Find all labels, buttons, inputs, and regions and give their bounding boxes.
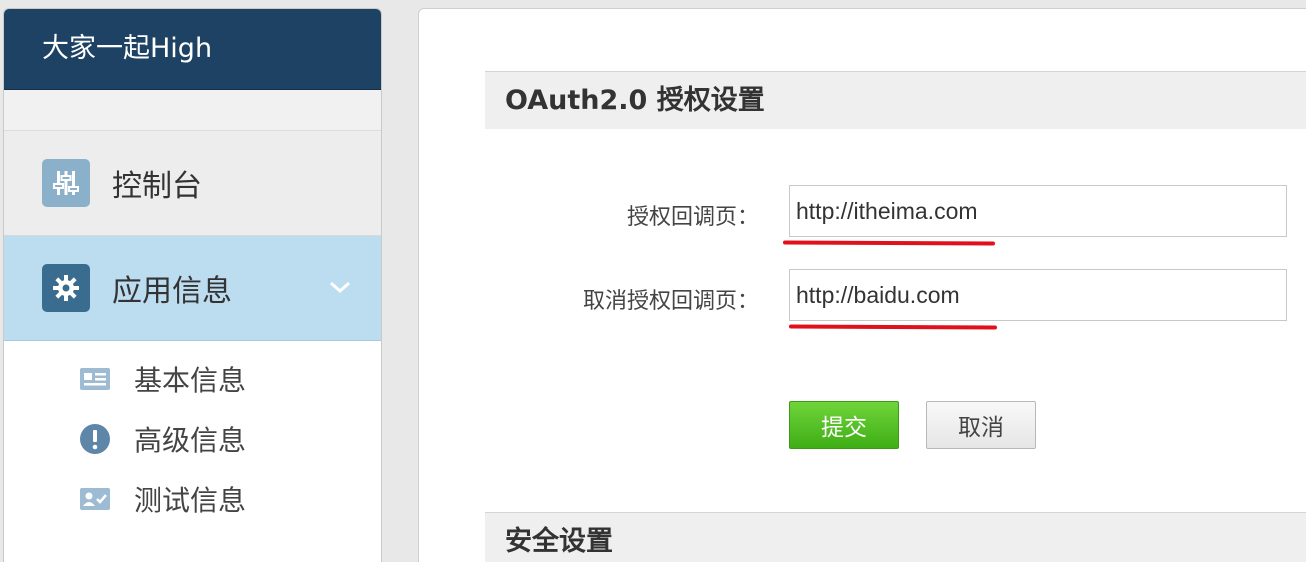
main-panel: OAuth2.0 授权设置 授权回调页： 取消授权回调页： 提交 取消 安全设置 bbox=[418, 8, 1306, 562]
app-title[interactable]: 大家一起High bbox=[4, 9, 381, 90]
cancel-callback-url-input[interactable] bbox=[789, 269, 1287, 321]
annotation-underline bbox=[782, 240, 996, 246]
section-title-security: 安全设置 bbox=[485, 512, 1306, 562]
sidebar: 大家一起High 控制台 应用信息 基本信息 高级信息 测试信息 bbox=[3, 8, 382, 562]
sliders-icon bbox=[42, 159, 90, 207]
sidebar-subitem-advanced-info[interactable]: 高级信息 bbox=[4, 409, 381, 469]
app-window: 大家一起High 控制台 应用信息 基本信息 高级信息 测试信息 OAuth2.… bbox=[0, 0, 1306, 562]
user-check-icon bbox=[78, 484, 112, 514]
section-title-oauth: OAuth2.0 授权设置 bbox=[485, 71, 1306, 129]
sidebar-item-app-info[interactable]: 应用信息 bbox=[4, 236, 381, 341]
exclamation-icon bbox=[78, 424, 112, 454]
sidebar-subitem-test-info[interactable]: 测试信息 bbox=[4, 469, 381, 529]
submit-button[interactable]: 提交 bbox=[789, 401, 899, 449]
gear-icon bbox=[42, 264, 90, 312]
callback-url-input[interactable] bbox=[789, 185, 1287, 237]
cancel-button[interactable]: 取消 bbox=[926, 401, 1036, 449]
sidebar-subitem-advanced-info-label: 高级信息 bbox=[134, 424, 247, 457]
annotation-underline bbox=[788, 324, 998, 330]
callback-url-label: 授权回调页： bbox=[626, 205, 759, 230]
sidebar-spacer bbox=[4, 90, 381, 131]
sidebar-subitem-basic-info-label: 基本信息 bbox=[134, 364, 247, 397]
id-card-icon bbox=[78, 364, 112, 394]
sidebar-item-console[interactable]: 控制台 bbox=[4, 131, 381, 236]
chevron-down-icon[interactable] bbox=[329, 276, 351, 298]
cancel-callback-url-label: 取消授权回调页： bbox=[582, 289, 759, 314]
sidebar-subitem-basic-info[interactable]: 基本信息 bbox=[4, 349, 381, 409]
sidebar-subitem-test-info-label: 测试信息 bbox=[134, 484, 247, 517]
sidebar-submenu: 基本信息 高级信息 测试信息 bbox=[4, 341, 381, 562]
sidebar-item-console-label: 控制台 bbox=[112, 169, 202, 204]
sidebar-item-app-info-label: 应用信息 bbox=[112, 274, 232, 309]
